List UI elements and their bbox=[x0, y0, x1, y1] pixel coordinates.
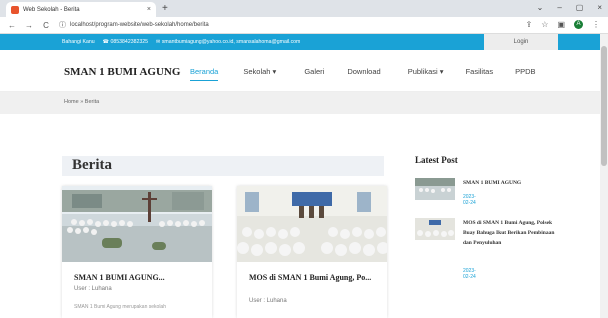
profile-avatar[interactable]: A bbox=[574, 20, 583, 29]
news-card-author: User : Luhana bbox=[74, 286, 112, 292]
site-header: SMAN 1 BUMI AGUNG Beranda Sekolah ▾ Gale… bbox=[0, 50, 600, 92]
browser-tab[interactable]: Web Sekolah - Berita × bbox=[6, 2, 156, 17]
nav-publikasi[interactable]: Publikasi ▾ bbox=[408, 67, 444, 76]
nav-ppdb[interactable]: PPDB bbox=[515, 67, 535, 76]
news-card-image[interactable] bbox=[62, 186, 212, 262]
news-card-title[interactable]: SMAN 1 BUMI AGUNG... bbox=[74, 272, 204, 284]
news-card-image[interactable] bbox=[237, 186, 387, 262]
latest-post-title: Latest Post bbox=[415, 155, 458, 165]
latest-post-thumbnail[interactable] bbox=[415, 218, 455, 240]
breadcrumb-home[interactable]: Home bbox=[64, 99, 79, 105]
latest-post-title-text[interactable]: SMAN 1 BUMI AGUNG bbox=[463, 178, 563, 188]
contact-phone: ☎ 0853842382325 bbox=[102, 39, 149, 45]
breadcrumb: Home » Berita bbox=[0, 92, 600, 114]
contact-topbar: Bahangi Kanu ☎ 0853842382325 ✉ smantbumi… bbox=[0, 34, 600, 50]
tab-search-icon[interactable]: ⌄ bbox=[537, 3, 544, 12]
breadcrumb-separator: » bbox=[80, 99, 84, 105]
maximize-button[interactable]: ▢ bbox=[576, 3, 584, 12]
page-scrollbar[interactable] bbox=[600, 34, 608, 318]
window-controls: ⌄ – ▢ × bbox=[537, 3, 602, 12]
nav-download[interactable]: Download bbox=[347, 67, 380, 76]
latest-post-date: 2023-02-24 bbox=[463, 194, 476, 206]
scrollbar-thumb[interactable] bbox=[601, 46, 607, 166]
news-card-title[interactable]: MOS di SMAN 1 Bumi Agung, Po... bbox=[249, 272, 379, 284]
close-window-button[interactable]: × bbox=[597, 3, 602, 12]
sidebar-icon[interactable]: ▣ bbox=[557, 20, 565, 29]
url-text: localhost/program-website/web-sekolah/ho… bbox=[70, 22, 209, 28]
news-card[interactable]: SMAN 1 BUMI AGUNG... User : Luhana SMAN … bbox=[62, 186, 212, 318]
menu-dots-icon[interactable]: ⋮ bbox=[592, 20, 600, 29]
latest-post-date: 2023-02-24 bbox=[463, 268, 476, 280]
address-bar: ← → C ⓘ localhost/program-website/web-se… bbox=[0, 17, 608, 34]
nav-sekolah[interactable]: Sekolah ▾ bbox=[243, 67, 276, 76]
news-card-excerpt: SMAN 1 Bumi Agung merupakan sekolah bbox=[74, 304, 166, 310]
close-tab-icon[interactable]: × bbox=[147, 6, 151, 13]
new-tab-button[interactable]: + bbox=[162, 3, 168, 14]
section-title: Berita bbox=[72, 157, 112, 173]
browser-tab-bar: Web Sekolah - Berita × + ⌄ – ▢ × bbox=[0, 0, 608, 17]
browser-actions: ⇪ ☆ ▣ A ⋮ bbox=[526, 20, 600, 29]
contact-label: Bahangi Kanu bbox=[62, 39, 95, 45]
url-field[interactable]: ⓘ localhost/program-website/web-sekolah/… bbox=[59, 20, 209, 30]
bookmark-star-icon[interactable]: ☆ bbox=[541, 20, 548, 29]
contact-email: ✉ smantbumiagung@yahoo.co.id, smansalaho… bbox=[156, 39, 301, 45]
nav-fasilitas[interactable]: Fasilitas bbox=[466, 67, 494, 76]
minimize-button[interactable]: – bbox=[557, 3, 561, 12]
news-card[interactable]: MOS di SMAN 1 Bumi Agung, Po... User : L… bbox=[237, 186, 387, 318]
latest-post-title-text[interactable]: MOS di SMAN 1 Bumi Agung, Polsek Buay Ba… bbox=[463, 218, 563, 248]
login-button[interactable]: Login bbox=[484, 34, 558, 50]
breadcrumb-current: Berita bbox=[84, 99, 100, 105]
reload-icon[interactable]: C bbox=[41, 21, 51, 30]
tab-title: Web Sekolah - Berita bbox=[23, 6, 80, 13]
share-icon[interactable]: ⇪ bbox=[526, 20, 533, 29]
latest-post-thumbnail[interactable] bbox=[415, 178, 455, 200]
forward-icon[interactable]: → bbox=[24, 21, 34, 30]
main-nav: Beranda Sekolah ▾ Galeri Download Publik… bbox=[190, 67, 536, 81]
site-favicon-icon bbox=[11, 5, 19, 14]
info-icon[interactable]: ⓘ bbox=[59, 20, 66, 30]
back-icon[interactable]: ← bbox=[7, 21, 17, 30]
news-card-author: User : Luhana bbox=[249, 298, 287, 304]
nav-beranda[interactable]: Beranda bbox=[190, 67, 219, 81]
site-brand[interactable]: SMAN 1 BUMI AGUNG bbox=[64, 66, 180, 78]
nav-galeri[interactable]: Galeri bbox=[304, 67, 324, 76]
